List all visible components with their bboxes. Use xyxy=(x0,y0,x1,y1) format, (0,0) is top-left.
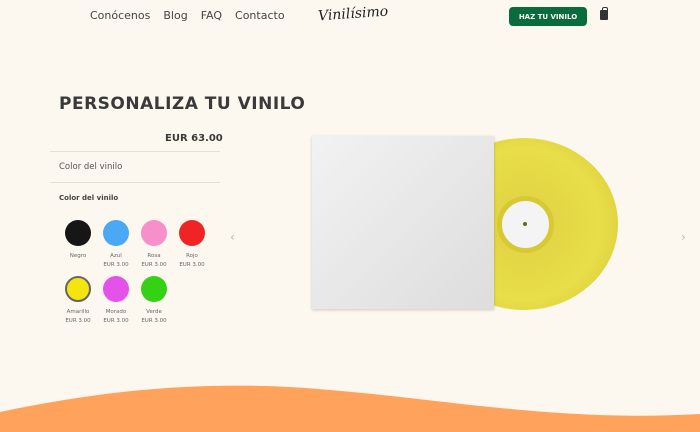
color-circle[interactable] xyxy=(65,220,91,246)
nav-blog[interactable]: Blog xyxy=(163,9,187,22)
nav-conocenos[interactable]: Conócenos xyxy=(90,9,150,22)
color-swatch-negro[interactable]: Negro xyxy=(58,220,98,261)
option-section-header[interactable]: Color del vinilo xyxy=(59,162,122,172)
color-price: EUR 3.00 xyxy=(141,262,167,268)
color-swatch-rosa[interactable]: Rosa EUR 3.00 xyxy=(134,220,174,270)
shopping-bag-icon[interactable] xyxy=(600,7,608,20)
color-price: EUR 3.00 xyxy=(179,262,205,268)
product-price: EUR 63.00 xyxy=(165,133,223,144)
color-price: EUR 3.00 xyxy=(103,262,129,268)
color-name: Negro xyxy=(69,253,87,259)
option-label: Color del vinilo xyxy=(59,194,119,202)
color-name: Azul xyxy=(110,253,122,259)
color-swatch-amarillo[interactable]: Amarillo EUR 3.00 xyxy=(58,276,98,326)
color-circle[interactable] xyxy=(141,220,167,246)
color-swatch-azul[interactable]: Azul EUR 3.00 xyxy=(96,220,136,270)
color-name: Rosa xyxy=(147,253,161,259)
nav-faq[interactable]: FAQ xyxy=(201,9,222,22)
divider xyxy=(50,151,220,152)
color-name: Rojo xyxy=(186,253,198,259)
color-name: Morado xyxy=(105,309,127,315)
color-circle[interactable] xyxy=(103,220,129,246)
color-circle[interactable] xyxy=(141,276,167,302)
color-swatch-rojo[interactable]: Rojo EUR 3.00 xyxy=(172,220,212,270)
color-name: Amarillo xyxy=(66,309,90,315)
page-title: PERSONALIZA TU VINILO xyxy=(59,94,306,114)
decorative-wave xyxy=(0,385,700,432)
haz-tu-vinilo-button[interactable]: HAZ TU VINILO xyxy=(509,7,587,26)
color-name: Verde xyxy=(146,309,162,315)
color-price: EUR 3.00 xyxy=(103,318,129,324)
color-circle[interactable] xyxy=(65,276,91,302)
color-swatch-morado[interactable]: Morado EUR 3.00 xyxy=(96,276,136,326)
color-price: EUR 3.00 xyxy=(65,318,91,324)
vinyl-hole xyxy=(523,222,527,226)
chevron-left-icon[interactable]: ‹ xyxy=(230,230,235,244)
chevron-right-icon[interactable]: › xyxy=(681,230,686,244)
color-price: EUR 3.00 xyxy=(141,318,167,324)
main-nav: Conócenos Blog FAQ Contacto xyxy=(90,9,285,22)
divider xyxy=(50,182,220,183)
vinyl-sleeve-image xyxy=(312,136,494,309)
color-swatch-verde[interactable]: Verde EUR 3.00 xyxy=(134,276,174,326)
nav-contacto[interactable]: Contacto xyxy=(235,9,285,22)
color-circle[interactable] xyxy=(179,220,205,246)
color-circle[interactable] xyxy=(103,276,129,302)
logo[interactable]: Vinilísimo xyxy=(318,4,389,25)
